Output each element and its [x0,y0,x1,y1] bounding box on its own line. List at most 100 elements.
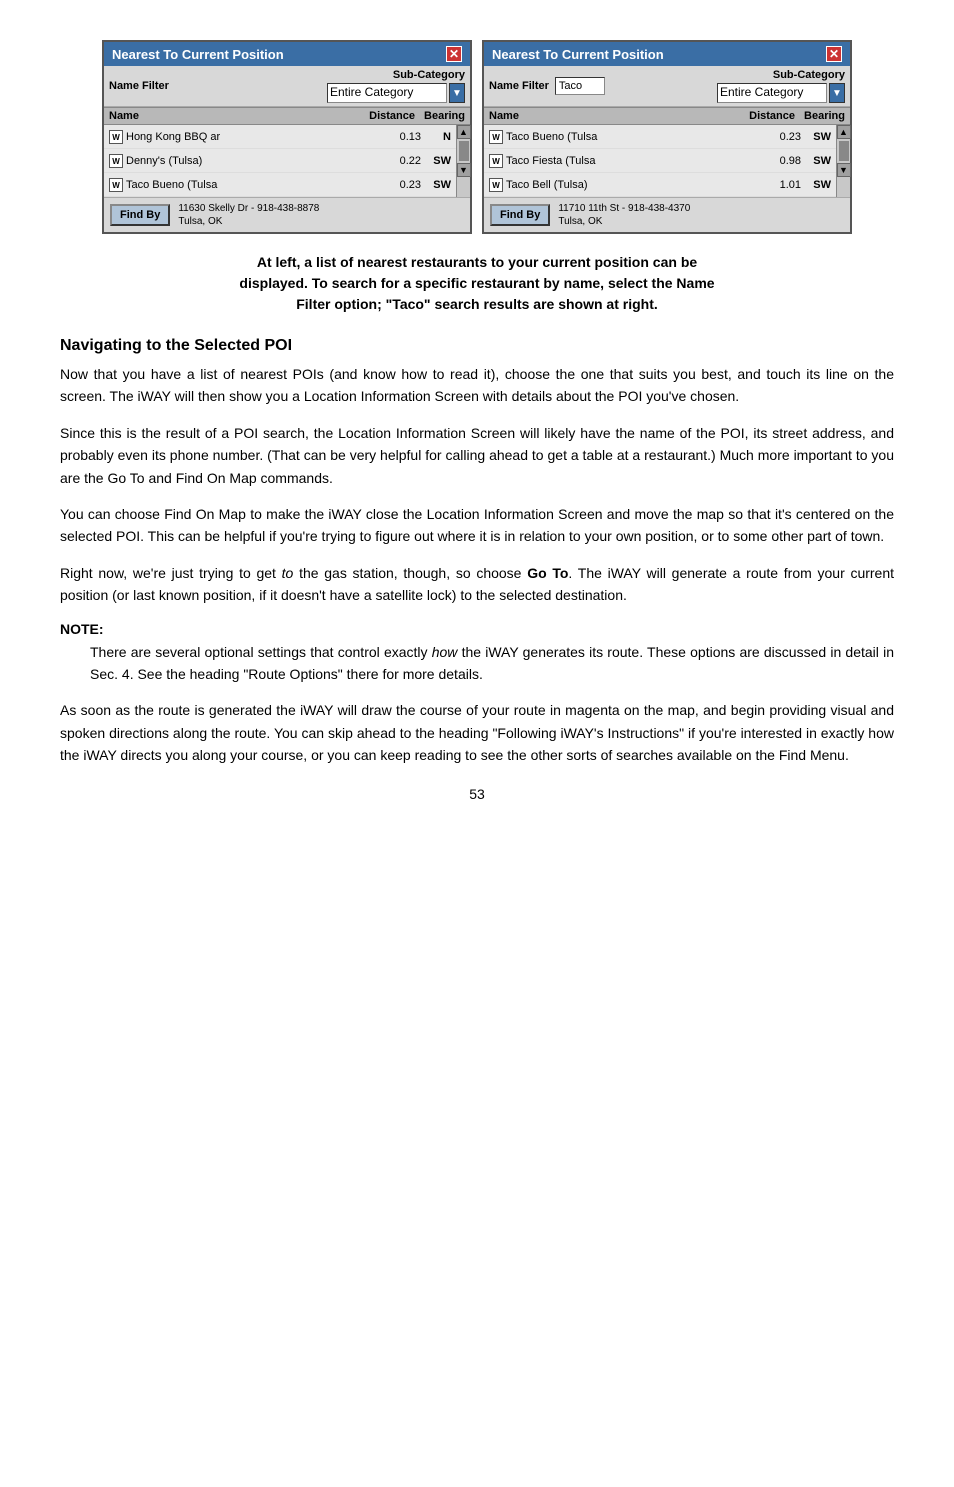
col-headers-right: Name Distance Bearing [484,107,850,125]
subcategory-dropdown-arrow-right[interactable]: ▼ [829,83,845,103]
item-text-2-left: Taco Bueno (Tulsa [126,179,217,191]
footer-left: Find By 11630 Skelly Dr - 918-438-8878 T… [104,197,470,232]
screenshots-row: Nearest To Current Position ✕ Name Filte… [60,40,894,234]
findby-button-left[interactable]: Find By [110,204,170,226]
poi-icon-2-right: W [489,178,503,192]
scrollbar-left[interactable]: ▲ ▼ [456,125,470,197]
item-bearing-0-left: N [421,131,451,143]
col-name-right: Name [489,110,725,122]
item-text-2-right: Taco Bell (Tulsa) [506,179,588,191]
list-item[interactable]: W Taco Fiesta (Tulsa 0.98 SW [484,149,836,173]
titlebar-left: Nearest To Current Position ✕ [104,42,470,66]
item-dist-0-left: 0.13 [361,131,421,143]
address-line2-right: Tulsa, OK [558,215,690,228]
col-name-left: Name [109,110,345,122]
caption: At left, a list of nearest restaurants t… [60,252,894,315]
item-bearing-2-right: SW [801,179,831,191]
caption-line1: At left, a list of nearest restaurants t… [257,254,697,270]
item-text-0-right: Taco Bueno (Tulsa [506,131,597,143]
caption-line3: Filter option; "Taco" search results are… [296,296,658,312]
scroll-up-left[interactable]: ▲ [457,125,471,139]
titlebar-right-text: Nearest To Current Position [492,47,664,62]
address-line1-right: 11710 11th St - 918-438-4370 [558,202,690,215]
item-dist-2-right: 1.01 [741,179,801,191]
note-text: There are several optional settings that… [90,641,894,686]
item-dist-1-left: 0.22 [361,155,421,167]
subcategory-label-left: Sub-Category [393,69,465,81]
poi-icon-1-right: W [489,154,503,168]
item-dist-2-left: 0.23 [361,179,421,191]
item-name-0-left: W Hong Kong BBQ ar [109,130,361,144]
paragraph-4: Right now, we're just trying to get to t… [60,562,894,607]
scroll-thumb-left [459,141,469,161]
screenshot-right: Nearest To Current Position ✕ Name Filte… [482,40,852,234]
list-with-scroll-left: W Hong Kong BBQ ar 0.13 N W Denny's (Tul… [104,125,470,197]
note-label: NOTE: [60,621,894,637]
col-bearing-right: Bearing [795,110,845,122]
item-name-1-right: W Taco Fiesta (Tulsa [489,154,741,168]
list-item[interactable]: W Hong Kong BBQ ar 0.13 N [104,125,456,149]
address-line1-left: 11630 Skelly Dr - 918-438-8878 [178,202,319,215]
note-section: NOTE: There are several optional setting… [60,621,894,686]
subcategory-select-right[interactable]: Entire Category ▼ [717,83,845,103]
poi-icon-0-left: W [109,130,123,144]
name-filter-label-left: Name Filter [109,80,169,92]
list-item[interactable]: W Denny's (Tulsa) 0.22 SW [104,149,456,173]
titlebar-left-text: Nearest To Current Position [112,47,284,62]
item-dist-0-right: 0.23 [741,131,801,143]
list-with-scroll-right: W Taco Bueno (Tulsa 0.23 SW W Taco Fiest… [484,125,850,197]
item-text-0-left: Hong Kong BBQ ar [126,131,220,143]
scrollbar-right[interactable]: ▲ ▼ [836,125,850,197]
paragraph-3: You can choose Find On Map to make the i… [60,503,894,548]
scroll-down-right[interactable]: ▼ [837,163,851,177]
scroll-up-right[interactable]: ▲ [837,125,851,139]
filters-right: Name Filter Sub-Category Entire Category… [484,66,850,107]
name-filter-input-right[interactable] [555,77,605,95]
list-items-left: W Hong Kong BBQ ar 0.13 N W Denny's (Tul… [104,125,456,197]
item-name-1-left: W Denny's (Tulsa) [109,154,361,168]
item-dist-1-right: 0.98 [741,155,801,167]
item-bearing-1-left: SW [421,155,451,167]
item-bearing-2-left: SW [421,179,451,191]
list-item[interactable]: W Taco Bueno (Tulsa 0.23 SW [484,125,836,149]
item-name-2-left: W Taco Bueno (Tulsa [109,178,361,192]
poi-icon-0-right: W [489,130,503,144]
address-line2-left: Tulsa, OK [178,215,319,228]
close-button-right[interactable]: ✕ [826,46,842,62]
footer-right: Find By 11710 11th St - 918-438-4370 Tul… [484,197,850,232]
screenshot-left: Nearest To Current Position ✕ Name Filte… [102,40,472,234]
list-items-right: W Taco Bueno (Tulsa 0.23 SW W Taco Fiest… [484,125,836,197]
col-headers-left: Name Distance Bearing [104,107,470,125]
close-button-left[interactable]: ✕ [446,46,462,62]
filters-left: Name Filter Sub-Category Entire Category… [104,66,470,107]
address-right: 11710 11th St - 918-438-4370 Tulsa, OK [558,202,690,228]
page-number: 53 [60,786,894,802]
subcategory-label-right: Sub-Category [773,69,845,81]
item-bearing-0-right: SW [801,131,831,143]
paragraph-1: Now that you have a list of nearest POIs… [60,363,894,408]
subcategory-value-left: Entire Category [327,83,447,103]
poi-icon-1-left: W [109,154,123,168]
section-heading-navigating: Navigating to the Selected POI [60,337,894,355]
subcategory-select-left[interactable]: Entire Category ▼ [327,83,465,103]
list-item[interactable]: W Taco Bueno (Tulsa 0.23 SW [104,173,456,197]
col-dist-left: Distance [345,110,415,122]
subcategory-value-right: Entire Category [717,83,827,103]
item-text-1-left: Denny's (Tulsa) [126,155,202,167]
subcategory-left: Sub-Category [393,69,465,81]
findby-button-right[interactable]: Find By [490,204,550,226]
item-text-1-right: Taco Fiesta (Tulsa [506,155,595,167]
col-dist-right: Distance [725,110,795,122]
caption-line2: displayed. To search for a specific rest… [239,275,714,291]
name-filter-label-right: Name Filter [489,80,549,92]
item-name-0-right: W Taco Bueno (Tulsa [489,130,741,144]
final-paragraph: As soon as the route is generated the iW… [60,699,894,766]
list-item[interactable]: W Taco Bell (Tulsa) 1.01 SW [484,173,836,197]
scroll-thumb-right [839,141,849,161]
subcategory-dropdown-arrow-left[interactable]: ▼ [449,83,465,103]
scroll-down-left[interactable]: ▼ [457,163,471,177]
poi-icon-2-left: W [109,178,123,192]
item-name-2-right: W Taco Bell (Tulsa) [489,178,741,192]
item-bearing-1-right: SW [801,155,831,167]
col-bearing-left: Bearing [415,110,465,122]
